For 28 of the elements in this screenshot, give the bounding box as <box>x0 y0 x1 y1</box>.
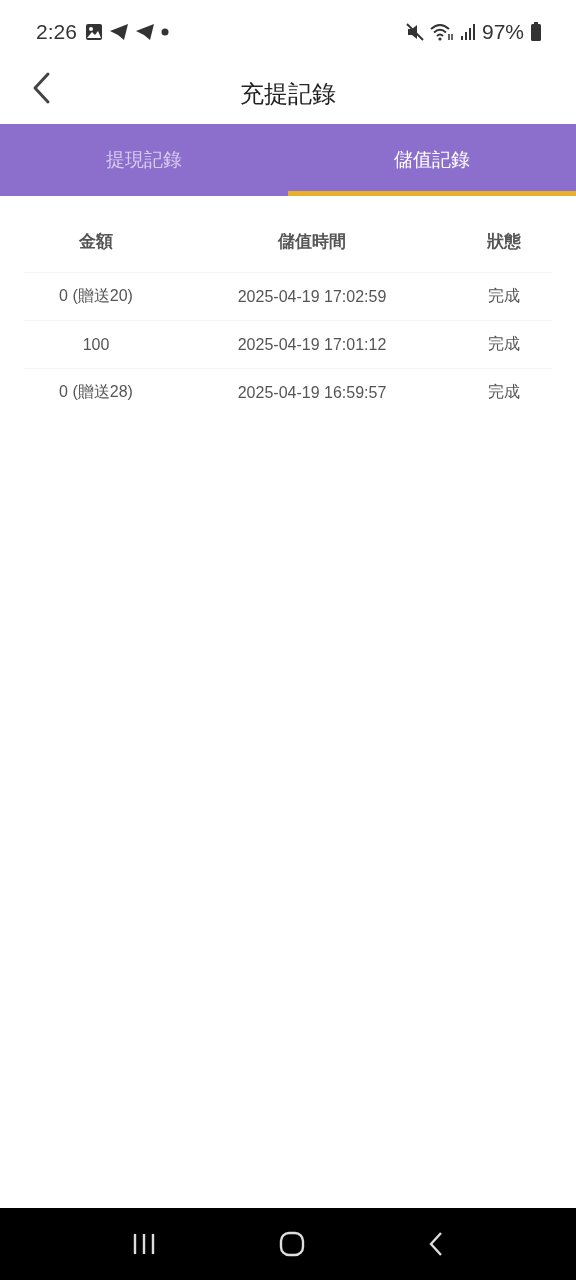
battery-percent: 97% <box>481 20 524 44</box>
paper-plane-icon <box>108 23 129 41</box>
battery-icon <box>530 22 542 42</box>
table-cell-text: 0 (贈送28) <box>58 382 134 402</box>
table-cell-text: 完成 <box>487 334 521 354</box>
paper-plane-icon <box>134 23 155 41</box>
back-icon[interactable] <box>427 1231 445 1257</box>
table-cell-text: 2025-04-19 16:59:57 <box>236 383 388 402</box>
table-cell-text: 100 <box>81 335 111 354</box>
status-time: 2:26 <box>36 20 77 44</box>
page-title: 充提記錄 <box>240 79 336 110</box>
wifi-icon <box>429 23 454 41</box>
column-header: 儲值時間 <box>277 229 347 253</box>
column-header: 金額 <box>78 229 114 253</box>
table-cell-text: 完成 <box>487 286 521 306</box>
mute-icon <box>405 23 424 41</box>
recent-apps-icon[interactable] <box>131 1232 157 1256</box>
table-cell-text: 2025-04-19 17:02:59 <box>236 287 388 306</box>
signal-icon <box>459 23 476 41</box>
table-cell-text: 完成 <box>487 382 521 402</box>
tab[interactable]: 儲值記錄 <box>288 124 576 196</box>
image-icon <box>84 23 103 41</box>
table-cell-text: 0 (贈送20) <box>58 286 134 306</box>
dot-icon <box>160 28 169 36</box>
table-cell-text: 2025-04-19 17:01:12 <box>236 335 388 354</box>
tab[interactable]: 提現記錄 <box>0 124 288 196</box>
column-header: 狀態 <box>486 229 522 253</box>
home-icon[interactable] <box>279 1231 305 1257</box>
